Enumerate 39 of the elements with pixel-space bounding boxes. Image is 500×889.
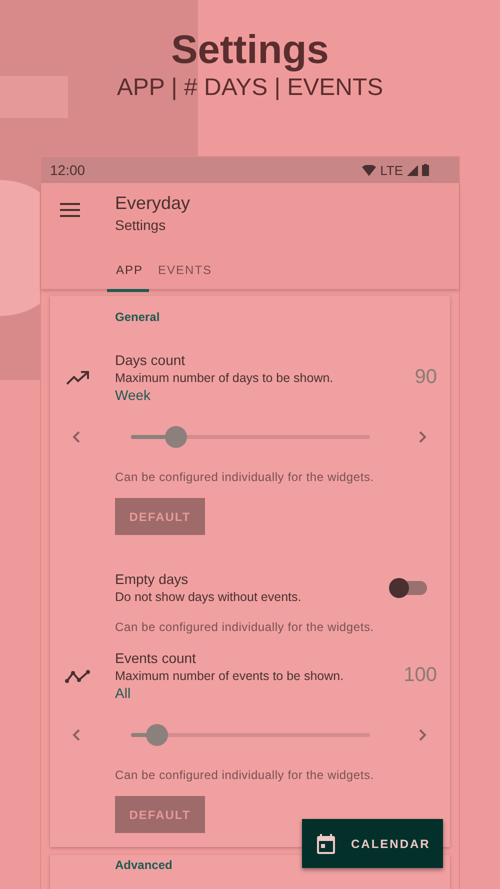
- promo-title: Settings: [171, 27, 329, 73]
- setting-value: Week: [115, 387, 151, 403]
- tab[interactable]: EVENTS: [149, 255, 218, 292]
- setting-summary: Maximum number of days to be shown.: [115, 371, 334, 385]
- section-header: General: [115, 310, 160, 324]
- slider-thumb[interactable]: [146, 724, 168, 746]
- slider-thumb[interactable]: [165, 426, 188, 448]
- setting-value: All: [115, 685, 131, 701]
- chevron-right-icon[interactable]: [419, 729, 427, 741]
- setting-reading: 100: [404, 664, 437, 687]
- setting-summary: Maximum number of events to be shown.: [115, 669, 344, 683]
- status-time: 12:00: [50, 162, 86, 178]
- setting-note: Can be configured individually for the widgets.: [115, 620, 374, 634]
- setting-title: Events count: [115, 650, 196, 666]
- wifi-icon: [362, 164, 376, 176]
- promo-subtitle: APP | # DAYS | EVENTS: [116, 73, 384, 103]
- network-type: LTE: [380, 162, 403, 178]
- calendar-icon: [317, 834, 335, 854]
- setting-reading: 90: [414, 366, 437, 389]
- app-title: Everyday: [115, 193, 190, 213]
- signal-icon: [407, 164, 418, 176]
- menu-icon[interactable]: [60, 203, 80, 217]
- battery-icon: [422, 164, 429, 176]
- chevron-right-icon[interactable]: [419, 431, 427, 443]
- section-header: Advanced: [115, 858, 172, 872]
- setting-title: Empty days: [115, 571, 188, 587]
- setting-note: Can be configured individually for the widgets.: [115, 768, 374, 782]
- default-button[interactable]: DEFAULT: [115, 796, 205, 833]
- tab[interactable]: APP: [107, 255, 150, 292]
- default-button[interactable]: DEFAULT: [115, 498, 205, 535]
- chevron-left-icon[interactable]: [72, 431, 80, 443]
- setting-note: Can be configured individually for the widgets.: [115, 470, 374, 484]
- trend-up-icon: [66, 370, 90, 384]
- app-subtitle: Settings: [115, 217, 167, 233]
- line-chart-icon: [64, 668, 90, 682]
- calendar-button[interactable]: CALENDAR: [302, 819, 443, 868]
- setting-title: Days count: [115, 352, 186, 368]
- setting-summary: Do not show days without events.: [115, 590, 302, 604]
- chevron-left-icon[interactable]: [72, 729, 80, 741]
